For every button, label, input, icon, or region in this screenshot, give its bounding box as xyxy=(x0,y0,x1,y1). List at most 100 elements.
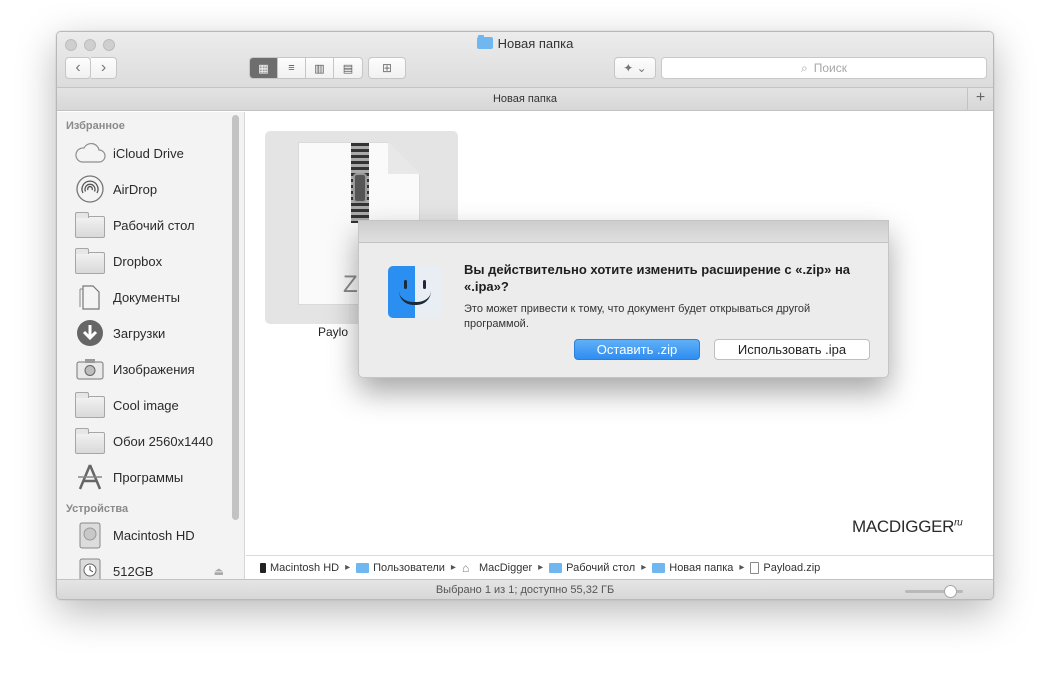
sidebar-item-label: 512GB xyxy=(113,563,154,579)
sidebar-item-downloads[interactable]: Загрузки xyxy=(57,315,244,351)
view-mode-selector: ▦ ≡ ▥ ▤ xyxy=(249,57,363,79)
watermark-main: MACDIGGER xyxy=(852,517,955,536)
sidebar-item-label: Macintosh HD xyxy=(113,527,195,543)
sidebar-section-devices: Устройства xyxy=(66,503,129,515)
list-view-button[interactable]: ≡ xyxy=(278,58,306,78)
finder-icon xyxy=(388,266,442,318)
sidebar-item-label: Документы xyxy=(113,289,181,305)
harddisk-icon xyxy=(74,522,106,549)
use-ipa-button[interactable]: Использовать .ipa xyxy=(714,339,870,360)
crumb-separator: ▸ xyxy=(345,562,351,573)
dialog-sheet-header xyxy=(359,221,888,243)
crumb-separator: ▸ xyxy=(739,562,745,573)
path-crumb-users[interactable]: Пользователи ▸ xyxy=(356,562,462,574)
rename-extension-dialog: Вы действительно хотите изменить расшире… xyxy=(358,220,889,378)
path-crumb-macintosh-hd[interactable]: Macintosh HD ▸ xyxy=(260,562,356,574)
sidebar-item-label: Cool image xyxy=(113,397,179,413)
search-icon: ⌕ xyxy=(801,60,808,75)
sidebar-item-macintosh-hd[interactable]: Macintosh HD xyxy=(57,517,244,553)
icon-view-button[interactable]: ▦ xyxy=(250,58,278,78)
new-folder-button[interactable]: ⊞ xyxy=(368,57,406,79)
folder-icon xyxy=(74,391,106,418)
sidebar-item-label: AirDrop xyxy=(113,181,158,197)
forward-button[interactable]: › xyxy=(91,57,117,79)
crumb-label: Пользователи xyxy=(373,561,445,574)
path-crumb-new-folder[interactable]: Новая папка ▸ xyxy=(652,562,750,574)
path-crumb-payload[interactable]: Payload.zip xyxy=(750,561,821,574)
sidebar-item-cool-image[interactable]: Cool image xyxy=(57,387,244,423)
slider-knob[interactable] xyxy=(944,585,957,598)
crumb-separator: ▸ xyxy=(641,562,647,573)
crumb-label: Новая папка xyxy=(669,561,734,574)
title-bar: Новая папка ‹ › ▦ ≡ ▥ ▤ ⊞ ✦ ⌄ ⌕ Поиск xyxy=(57,32,993,88)
sidebar-item-wallpapers[interactable]: Обои 2560x1440 xyxy=(57,423,244,459)
sidebar-item-label: Изображения xyxy=(113,361,195,377)
sidebar-item-label: Dropbox xyxy=(113,253,163,269)
search-field[interactable]: ⌕ Поиск xyxy=(661,57,987,79)
harddisk-icon xyxy=(260,562,266,573)
sidebar-item-label: Программы xyxy=(113,469,184,485)
document-icon xyxy=(750,561,760,574)
sidebar: Избранное iCloud Drive AirDrop Рабочий с… xyxy=(57,112,245,579)
sidebar-item-label: Рабочий стол xyxy=(113,217,195,233)
folder-icon xyxy=(74,247,106,274)
crumb-separator: ▸ xyxy=(538,562,544,573)
window-title: Новая папка xyxy=(57,35,993,51)
path-crumb-desktop[interactable]: Рабочий стол ▸ xyxy=(549,562,652,574)
column-view-button[interactable]: ▥ xyxy=(306,58,334,78)
folder-icon xyxy=(74,427,106,454)
path-crumb-macdigger[interactable]: ⌂ MacDigger ▸ xyxy=(462,562,549,574)
path-bar: Macintosh HD ▸ Пользователи ▸ ⌂ MacDigger ▸ … xyxy=(246,555,993,579)
sidebar-item-airdrop[interactable]: AirDrop xyxy=(57,171,244,207)
eject-icon[interactable]: ⏏ xyxy=(214,565,224,578)
downloads-icon xyxy=(74,320,106,346)
airdrop-icon xyxy=(74,175,106,203)
sidebar-section-favorites: Избранное xyxy=(66,120,125,132)
macdigger-watermark: MACDIGGERru xyxy=(852,517,963,537)
sidebar-item-label: iCloud Drive xyxy=(113,145,184,161)
status-bar: Выбрано 1 из 1; доступно 55,32 ГБ xyxy=(57,579,993,599)
sidebar-item-pictures[interactable]: Изображения xyxy=(57,351,244,387)
desktop-icon xyxy=(74,211,106,238)
sidebar-scrollbar[interactable] xyxy=(232,115,239,520)
sidebar-item-icloud-drive[interactable]: iCloud Drive xyxy=(57,135,244,171)
cloud-icon xyxy=(74,140,106,166)
folder-icon xyxy=(549,562,563,573)
folder-icon xyxy=(356,562,370,573)
folder-icon xyxy=(652,562,666,573)
file-name-label[interactable]: Paylo xyxy=(318,325,348,339)
tab-title[interactable]: Новая папка xyxy=(493,93,557,105)
crumb-label: Macintosh HD xyxy=(270,561,340,574)
back-button[interactable]: ‹ xyxy=(65,57,91,79)
crumb-label: Рабочий стол xyxy=(566,561,636,574)
sidebar-item-documents[interactable]: Документы xyxy=(57,279,244,315)
sidebar-item-label: Загрузки xyxy=(113,325,166,341)
add-tab-button[interactable]: + xyxy=(967,88,993,110)
dropbox-menu-button[interactable]: ✦ ⌄ xyxy=(614,57,656,79)
crumb-label: MacDigger xyxy=(478,561,533,574)
coverflow-view-button[interactable]: ▤ xyxy=(334,58,362,78)
sidebar-item-label: Обои 2560x1440 xyxy=(113,433,214,449)
keep-zip-button[interactable]: Оставить .zip xyxy=(574,339,700,360)
file-ext-preview: Z xyxy=(343,271,358,298)
dialog-title: Вы действительно хотите изменить расшире… xyxy=(464,262,851,294)
camera-icon xyxy=(74,356,106,382)
folder-icon xyxy=(476,35,493,49)
search-placeholder: Поиск xyxy=(813,61,847,75)
sidebar-item-applications[interactable]: Программы xyxy=(57,459,244,495)
status-text: Выбрано 1 из 1; доступно 55,32 ГБ xyxy=(435,584,615,596)
sidebar-item-dropbox[interactable]: Dropbox xyxy=(57,243,244,279)
home-icon: ⌂ xyxy=(461,560,470,575)
tab-bar: Новая папка + xyxy=(57,88,993,111)
window-title-text: Новая папка xyxy=(497,36,574,51)
dialog-message: Это может привести к тому, что документ … xyxy=(464,303,811,330)
sidebar-item-desktop[interactable]: Рабочий стол xyxy=(57,207,244,243)
applications-icon xyxy=(74,464,106,490)
crumb-separator: ▸ xyxy=(450,562,456,573)
timemachine-icon xyxy=(74,558,106,579)
watermark-suffix: ru xyxy=(954,517,963,529)
sidebar-item-512gb[interactable]: 512GB ⏏ xyxy=(57,553,244,579)
crumb-label: Payload.zip xyxy=(763,561,821,574)
icon-size-slider[interactable] xyxy=(905,585,963,598)
documents-icon xyxy=(74,284,106,310)
